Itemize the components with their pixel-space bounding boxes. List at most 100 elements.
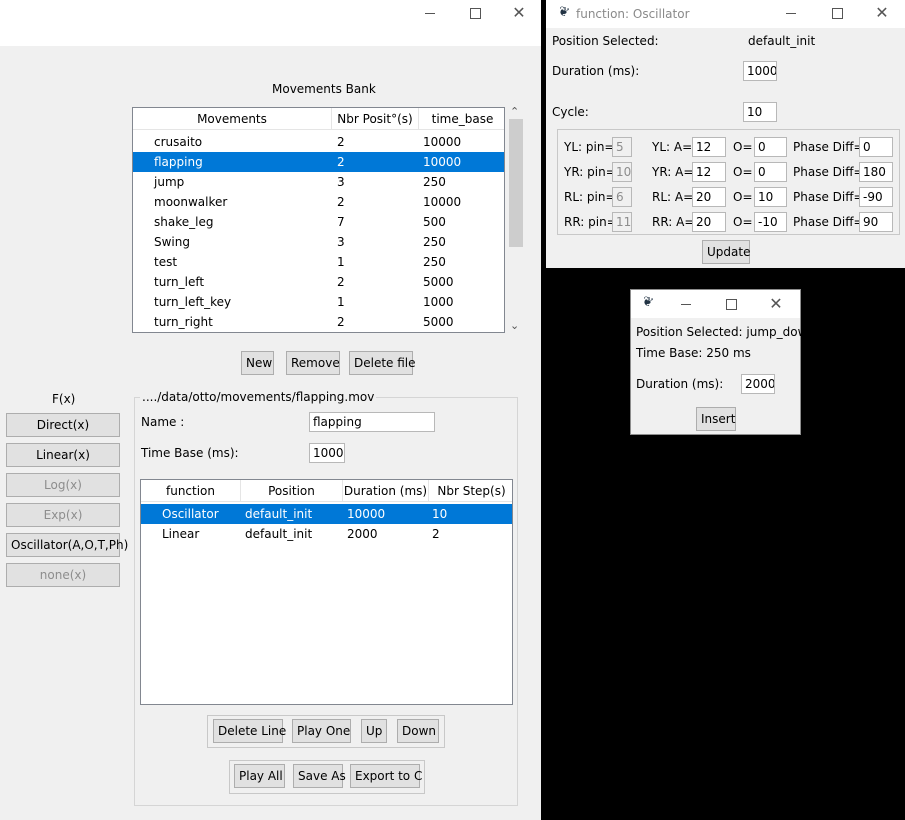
maximize-icon[interactable] [722,295,740,313]
servo-offset-label: O= [733,140,753,154]
minimize-icon[interactable] [421,4,439,22]
column-header-position[interactable]: Position [241,480,343,502]
servo-offset-input[interactable]: 0 [754,137,787,157]
table-cell: jump [154,175,185,189]
servo-pin-input[interactable]: 10 [612,162,632,182]
update-button[interactable]: Update [702,240,750,264]
insert-duration-input[interactable]: 2000 [741,374,775,394]
servo-pin-input[interactable]: 5 [612,137,632,157]
servo-amplitude-label: YR: A= [652,165,694,179]
table-row[interactable]: jump 3 250 [133,172,504,192]
servo-offset-input[interactable]: 10 [754,187,787,207]
table-cell: flapping [154,155,203,169]
servo-offset-input[interactable]: 0 [754,162,787,182]
column-header-nbr-posit[interactable]: Nbr Posit°(s) [332,108,419,130]
close-icon[interactable]: ✕ [767,295,785,313]
table-cell: 2 [337,315,345,329]
close-icon[interactable]: ✕ [873,4,891,22]
oscillator-button[interactable]: Oscillator(A,O,T,Ph) [6,533,128,557]
servo-amplitude-input[interactable]: 20 [692,187,726,207]
main-window: ✕ Movements Bank Movements Nbr Posit°(s)… [0,0,541,820]
exp-button[interactable]: Exp(x) [6,503,120,527]
table-row[interactable]: turn_right 2 5000 [133,312,504,332]
close-icon[interactable]: ✕ [510,4,528,22]
scroll-up-icon[interactable]: ⌃ [510,105,519,118]
column-header-nbr-steps[interactable]: Nbr Step(s) [429,480,512,502]
table-cell: 7 [337,215,345,229]
table-cell: 500 [423,215,446,229]
oscillator-title: function: Oscillator [576,7,690,21]
scroll-thumb[interactable] [509,119,523,247]
log-button[interactable]: Log(x) [6,473,120,497]
table-row[interactable]: Linear default_init 2000 2 [141,524,512,544]
new-button[interactable]: New [241,351,274,375]
servo-amplitude-input[interactable]: 12 [692,137,726,157]
column-header-time-base[interactable]: time_base [419,108,504,130]
table-cell: 5000 [423,275,454,289]
servo-pin-label: RL: pin= [564,190,616,204]
delete-line-button[interactable]: Delete Line [213,719,286,743]
linear-button[interactable]: Linear(x) [6,443,120,467]
delete-file-button[interactable]: Delete file [349,351,416,375]
save-as-button[interactable]: Save As [293,764,346,788]
servo-phase-input[interactable]: 0 [859,137,893,157]
table-row[interactable]: crusaito 2 10000 [133,132,504,152]
servo-pin-input[interactable]: 6 [612,187,632,207]
maximize-icon[interactable] [466,4,484,22]
table-cell: 250 [423,255,446,269]
none-button[interactable]: none(x) [6,563,120,587]
table-row[interactable]: shake_leg 7 500 [133,212,504,232]
table-row[interactable]: Oscillator default_init 10000 10 [141,504,512,524]
play-one-button[interactable]: Play One [292,719,351,743]
servo-offset-label: O= [733,190,753,204]
osc-cycle-label: Cycle: [552,105,589,119]
direct-button[interactable]: Direct(x) [6,413,120,437]
movements-table[interactable]: Movements Nbr Posit°(s) time_base crusai… [132,107,505,333]
insert-button[interactable]: Insert [696,407,736,431]
servo-amplitude-input[interactable]: 20 [692,212,726,232]
table-row[interactable]: Swing 3 250 [133,232,504,252]
export-to-c-button[interactable]: Export to C [350,764,422,788]
down-button[interactable]: Down [397,719,439,743]
main-titlebar: ✕ [0,0,541,46]
servo-phase-input[interactable]: 180 [859,162,893,182]
table-row[interactable]: test 1 250 [133,252,504,272]
maximize-icon[interactable] [828,4,846,22]
table-cell: 250 [423,235,446,249]
insert-time-base-text: Time Base: 250 ms [636,346,751,360]
minimize-icon[interactable] [677,295,695,313]
insert-titlebar: ❦ ✕ [631,290,800,318]
time-base-input[interactable]: 10000 [309,443,345,463]
servo-offset-input[interactable]: -10 [754,212,787,232]
table-cell: 2 [337,155,345,169]
servo-amplitude-label: RL: A= [652,190,694,204]
servo-phase-input[interactable]: 90 [859,212,893,232]
movements-bank-title: Movements Bank [272,82,376,96]
osc-cycle-input[interactable]: 10 [743,102,777,122]
table-cell: 2 [337,195,345,209]
table-cell: 3 [337,235,345,249]
table-row[interactable]: flapping 2 10000 [133,152,504,172]
servo-pin-input[interactable]: 11 [612,212,632,232]
table-row[interactable]: turn_left 2 5000 [133,272,504,292]
column-header-movements[interactable]: Movements [133,108,332,130]
insert-position-text: Position Selected: jump_down [636,325,816,339]
minimize-icon[interactable] [782,4,800,22]
table-row[interactable]: moonwalker 2 10000 [133,192,504,212]
servo-pin-label: RR: pin= [564,215,617,229]
scroll-down-icon[interactable]: ⌄ [510,319,519,332]
table-cell: turn_right [154,315,213,329]
table-row[interactable]: turn_left_key 1 1000 [133,292,504,312]
remove-button[interactable]: Remove [286,351,340,375]
play-all-button[interactable]: Play All [234,764,285,788]
column-header-duration[interactable]: Duration (ms) [343,480,429,502]
servo-amplitude-input[interactable]: 12 [692,162,726,182]
servo-phase-input[interactable]: -90 [859,187,893,207]
table-cell: Swing [154,235,190,249]
name-input[interactable]: flapping [309,412,435,432]
movements-scrollbar[interactable]: ⌃ ⌄ [507,105,524,333]
column-header-function[interactable]: function [141,480,241,502]
osc-duration-input[interactable]: 10000 [743,61,777,81]
up-button[interactable]: Up [361,719,387,743]
steps-table[interactable]: function Position Duration (ms) Nbr Step… [140,479,513,705]
